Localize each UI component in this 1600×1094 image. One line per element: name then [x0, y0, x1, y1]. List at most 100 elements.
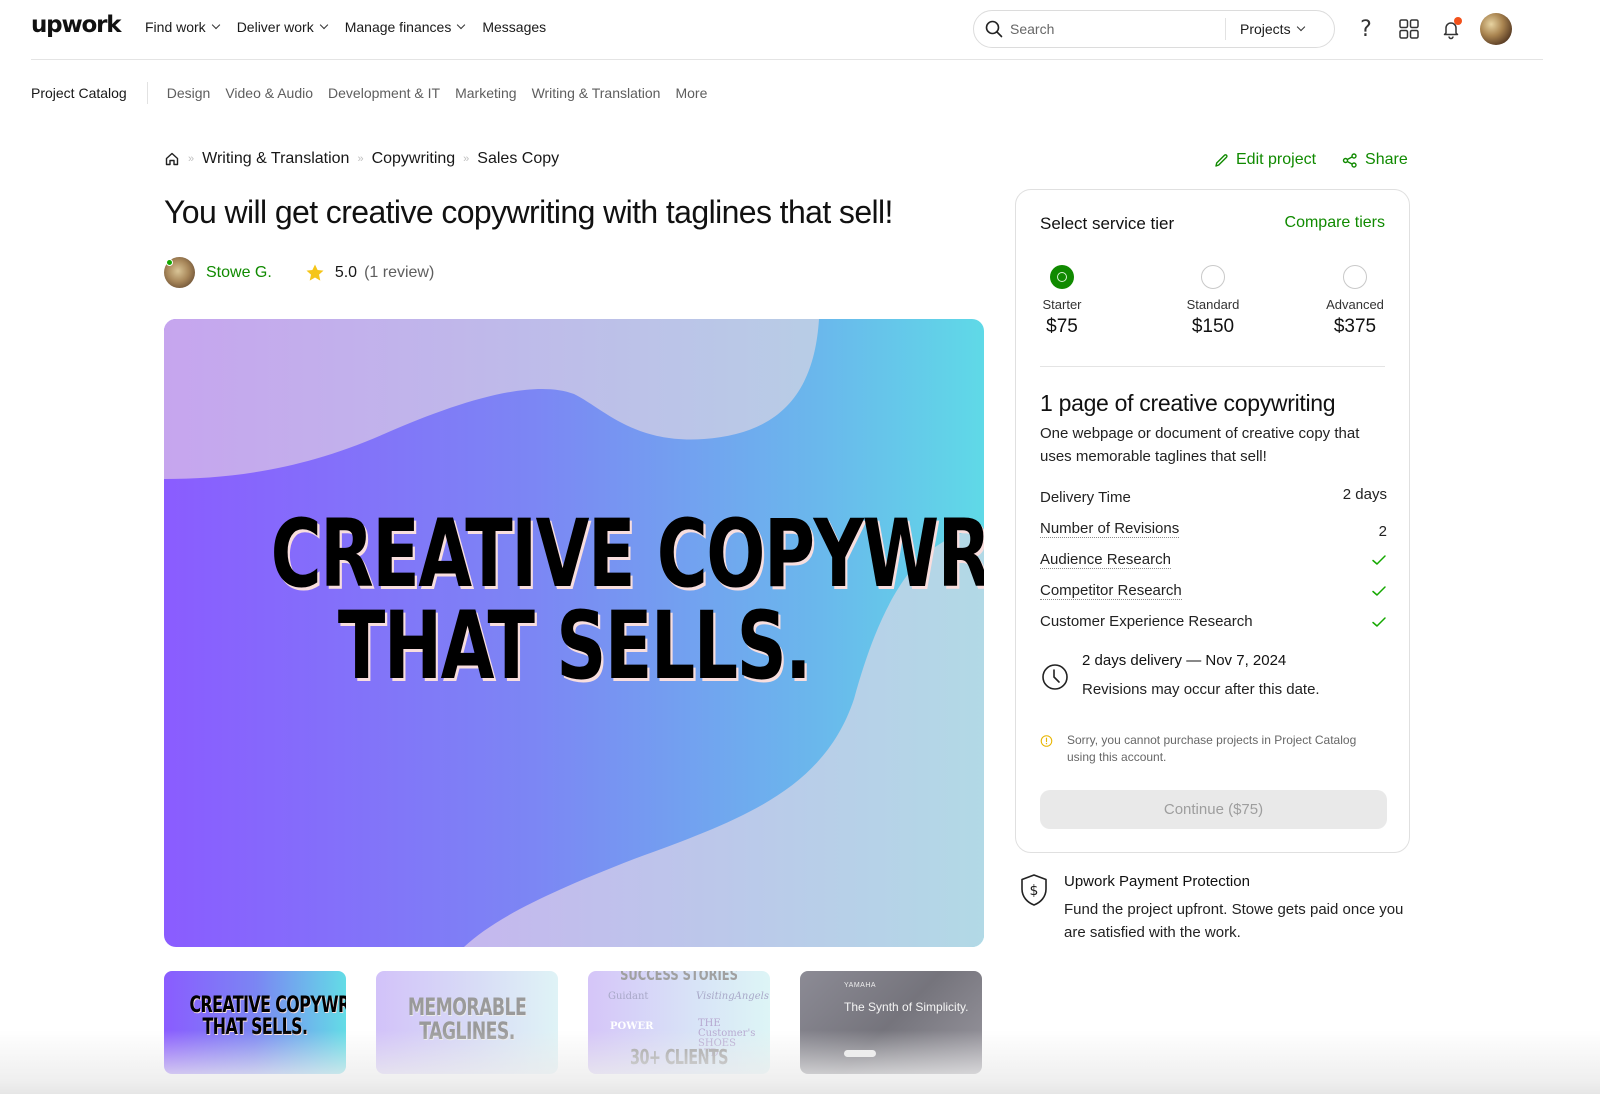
category-marketing[interactable]: Marketing [455, 85, 516, 101]
hero-headline: CREATIVE COPYWRITING THAT SELLS. [270, 500, 984, 702]
gallery-thumbnails: CREATIVE COPYWRITING THAT SELLS. MEMORAB… [164, 971, 982, 1074]
check-icon [1372, 616, 1386, 627]
chevron-down-icon [457, 20, 466, 30]
clock-icon [1042, 664, 1068, 690]
thumbnail-4[interactable]: YAMAHA The Synth of Simplicity. [800, 971, 982, 1074]
feature-delivery-time: Delivery Time 2 days [1040, 482, 1387, 513]
thumbnail-1[interactable]: CREATIVE COPYWRITING THAT SELLS. [164, 971, 346, 1074]
chevron-down-icon [211, 20, 220, 30]
feature-audience-research: Audience Research [1040, 544, 1387, 575]
breadcrumb: » Writing & Translation » Copywriting » … [164, 150, 559, 168]
gallery-hero-image[interactable]: CREATIVE COPYWRITING THAT SELLS. [164, 319, 984, 947]
nav-label: Messages [482, 19, 547, 35]
edit-project-label: Edit project [1236, 151, 1317, 168]
breadcrumb-sales-copy[interactable]: Sales Copy [477, 150, 559, 168]
tier-price: $150 [1191, 316, 1235, 337]
search-scope-dropdown[interactable]: Projects [1240, 21, 1305, 37]
category-more[interactable]: More [675, 85, 707, 101]
nav-find-work[interactable]: Find work [145, 19, 220, 35]
delivery-note: Revisions may occur after this date. [1082, 681, 1320, 698]
tier-options: Starter $75 Standard $150 Advanced $375 [1040, 265, 1387, 355]
user-avatar[interactable] [1480, 13, 1512, 45]
thumbnail-top-text: SUCCESS STORIES [620, 971, 738, 984]
search-bar: Projects [973, 10, 1335, 48]
compare-tiers-link[interactable]: Compare tiers [1285, 214, 1385, 234]
category-video-audio[interactable]: Video & Audio [225, 85, 313, 101]
category-design[interactable]: Design [167, 85, 211, 101]
online-status-dot [166, 259, 173, 266]
nav-label: Deliver work [236, 19, 314, 35]
star-icon [306, 264, 324, 281]
tier-advanced[interactable]: Advanced $375 [1322, 265, 1388, 338]
share-button[interactable]: Share [1342, 151, 1408, 169]
search-icon [985, 20, 1003, 38]
tier-starter[interactable]: Starter $75 [1040, 265, 1084, 338]
feature-name: Customer Experience Research [1040, 613, 1253, 630]
nav-label: Manage finances [344, 19, 452, 35]
feature-name-tooltip[interactable]: Competitor Research [1040, 582, 1182, 600]
project-actions: Edit project Share [1214, 151, 1408, 169]
thumbnail-shop-button [844, 1050, 876, 1057]
category-list: Design Video & Audio Development & IT Ma… [167, 85, 708, 101]
notification-bell-icon[interactable] [1438, 16, 1464, 42]
category-divider [146, 82, 148, 104]
purchase-warning: Sorry, you cannot purchase projects in P… [1040, 732, 1385, 766]
review-count[interactable]: (1 review) [364, 264, 434, 282]
check-icon [1372, 554, 1386, 565]
notification-badge [1454, 17, 1462, 25]
thumbnail-line: 30+ CLIENTS [630, 1045, 729, 1069]
tier-name: Advanced [1326, 297, 1384, 312]
continue-button[interactable]: Continue ($75) [1040, 790, 1387, 829]
edit-project-button[interactable]: Edit project [1214, 151, 1316, 169]
feature-name-tooltip[interactable]: Audience Research [1040, 551, 1171, 569]
nav-deliver-work[interactable]: Deliver work [236, 19, 328, 35]
tier-standard[interactable]: Standard $150 [1168, 265, 1258, 338]
protection-description: Fund the project upfront. Stowe gets pai… [1064, 901, 1404, 941]
delivery-estimate: 2 days delivery — Nov 7, 2024 Revisions … [1040, 652, 1320, 698]
thumbnail-line: MEMORABLE [407, 993, 527, 1021]
chevron-down-icon [1296, 22, 1305, 32]
thumbnail-line: THAT SELLS. [202, 1015, 308, 1040]
search-input[interactable] [1010, 21, 1225, 37]
seller-avatar[interactable] [164, 257, 195, 288]
thumbnail-3[interactable]: SUCCESS STORIES Guidant VisitingAngels P… [588, 971, 770, 1074]
service-tier-card: Select service tier Compare tiers Starte… [1015, 189, 1410, 853]
pencil-icon [1215, 153, 1228, 167]
breadcrumb-copywriting[interactable]: Copywriting [372, 150, 456, 168]
nav-messages[interactable]: Messages [482, 19, 546, 35]
check-icon [1372, 585, 1386, 596]
protection-title: Upwork Payment Protection [1064, 873, 1250, 890]
apps-grid-icon[interactable] [1396, 16, 1422, 42]
breadcrumb-separator: » [463, 153, 470, 165]
tier-card-title: Select service tier [1040, 214, 1175, 233]
category-development-it[interactable]: Development & IT [328, 85, 440, 101]
seller-info: Stowe G. 5.0 (1 review) [164, 257, 434, 288]
upwork-logo[interactable]: upwork [31, 12, 122, 38]
package-features: Delivery Time 2 days Number of Revisions… [1040, 482, 1387, 637]
thumbnail-2[interactable]: MEMORABLE TAGLINES. [376, 971, 558, 1074]
hero-headline-line2: THAT SELLS. [337, 592, 812, 702]
category-nav: Project Catalog Design Video & Audio Dev… [31, 82, 707, 104]
feature-value: 2 days [1342, 486, 1387, 503]
delivery-text: 2 days delivery — Nov 7, 2024 Revisions … [1082, 652, 1320, 698]
category-writing-translation[interactable]: Writing & Translation [532, 85, 661, 101]
tier-radio[interactable] [1343, 265, 1367, 289]
nav-manage-finances[interactable]: Manage finances [344, 19, 466, 35]
feature-name-tooltip[interactable]: Number of Revisions [1040, 520, 1180, 538]
tier-radio-selected[interactable] [1050, 265, 1074, 289]
thumbnail-text: MEMORABLE TAGLINES. [401, 995, 532, 1043]
help-icon[interactable]: ? [1353, 16, 1379, 42]
breadcrumb-writing-translation[interactable]: Writing & Translation [202, 150, 349, 168]
home-icon[interactable] [164, 151, 180, 167]
tier-name: Starter [1042, 297, 1082, 312]
share-label: Share [1365, 151, 1408, 168]
tier-radio[interactable] [1201, 265, 1225, 289]
chevron-down-icon [319, 20, 328, 30]
delivery-date: 2 days delivery — Nov 7, 2024 [1082, 652, 1287, 669]
nav-label: Find work [145, 19, 206, 35]
project-catalog-link[interactable]: Project Catalog [31, 85, 127, 101]
tier-card-header: Select service tier Compare tiers [1040, 214, 1385, 234]
seller-name[interactable]: Stowe G. [206, 264, 272, 282]
hero-headline-line1: CREATIVE COPYWRITING [270, 500, 984, 609]
thumbnail-headline: The Synth of Simplicity. [844, 1000, 969, 1014]
